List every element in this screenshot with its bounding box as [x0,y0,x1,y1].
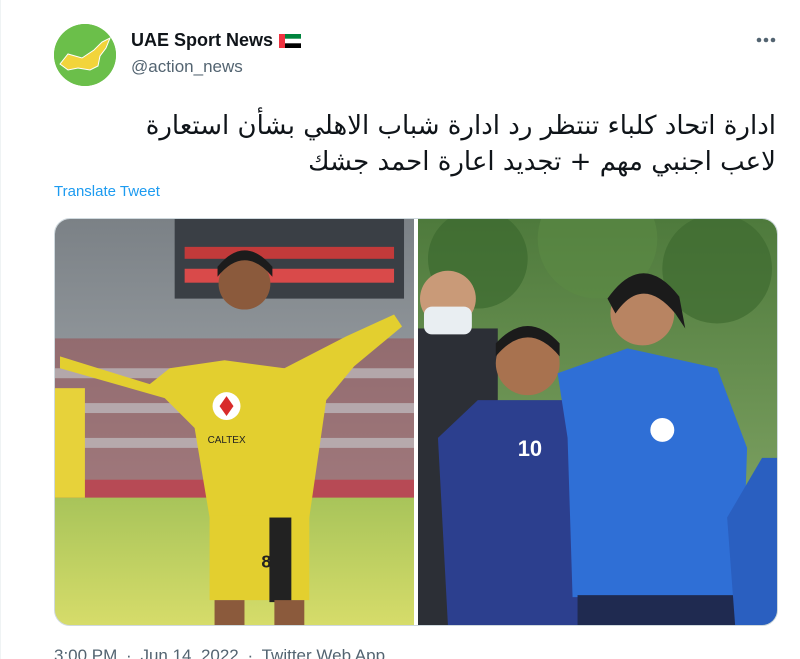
jersey-number-right: 10 [518,436,542,461]
tweet-text: ادارة اتحاد كلباء تنتظر رد ادارة شباب ال… [56,108,776,180]
uae-map-icon [54,24,116,86]
players-blue-kit-image: 10 [418,219,777,625]
avatar[interactable] [54,24,116,86]
tweet-media[interactable]: CALTEX 8 10 [54,218,778,626]
tweet-card: UAE Sport News @action_news ادارة اتحاد … [0,0,800,659]
sponsor-label: CALTEX [208,435,246,446]
tweet-time[interactable]: 3:00 PM [54,646,117,659]
tweet-text-line-1: ادارة اتحاد كلباء تنتظر رد ادارة شباب ال… [145,111,776,141]
author-block: UAE Sport News @action_news [131,30,302,77]
player-yellow-kit-image: CALTEX 8 [55,219,414,625]
author-handle[interactable]: @action_news [131,57,301,77]
tweet-date[interactable]: Jun 14, 2022 [140,646,238,659]
uae-flag-icon [279,33,302,48]
tweet-meta: 3:00 PM · Jun 14, 2022 · Twitter Web App [54,646,389,659]
author-name[interactable]: UAE Sport News [131,30,273,51]
more-horizontal-icon[interactable] [751,28,781,52]
photo-right[interactable]: 10 [418,219,777,625]
meta-separator: · [126,646,132,659]
photo-left[interactable]: CALTEX 8 [55,219,414,625]
tweet-source[interactable]: Twitter Web App [262,646,385,659]
translate-tweet-link[interactable]: Translate Tweet [54,183,160,200]
tweet-text-line-2: لاعب اجنبي مهم + تجديد اعارة احمد جشك [308,147,776,177]
jersey-number-left: 8 [261,551,271,571]
meta-separator-2: · [247,646,254,659]
